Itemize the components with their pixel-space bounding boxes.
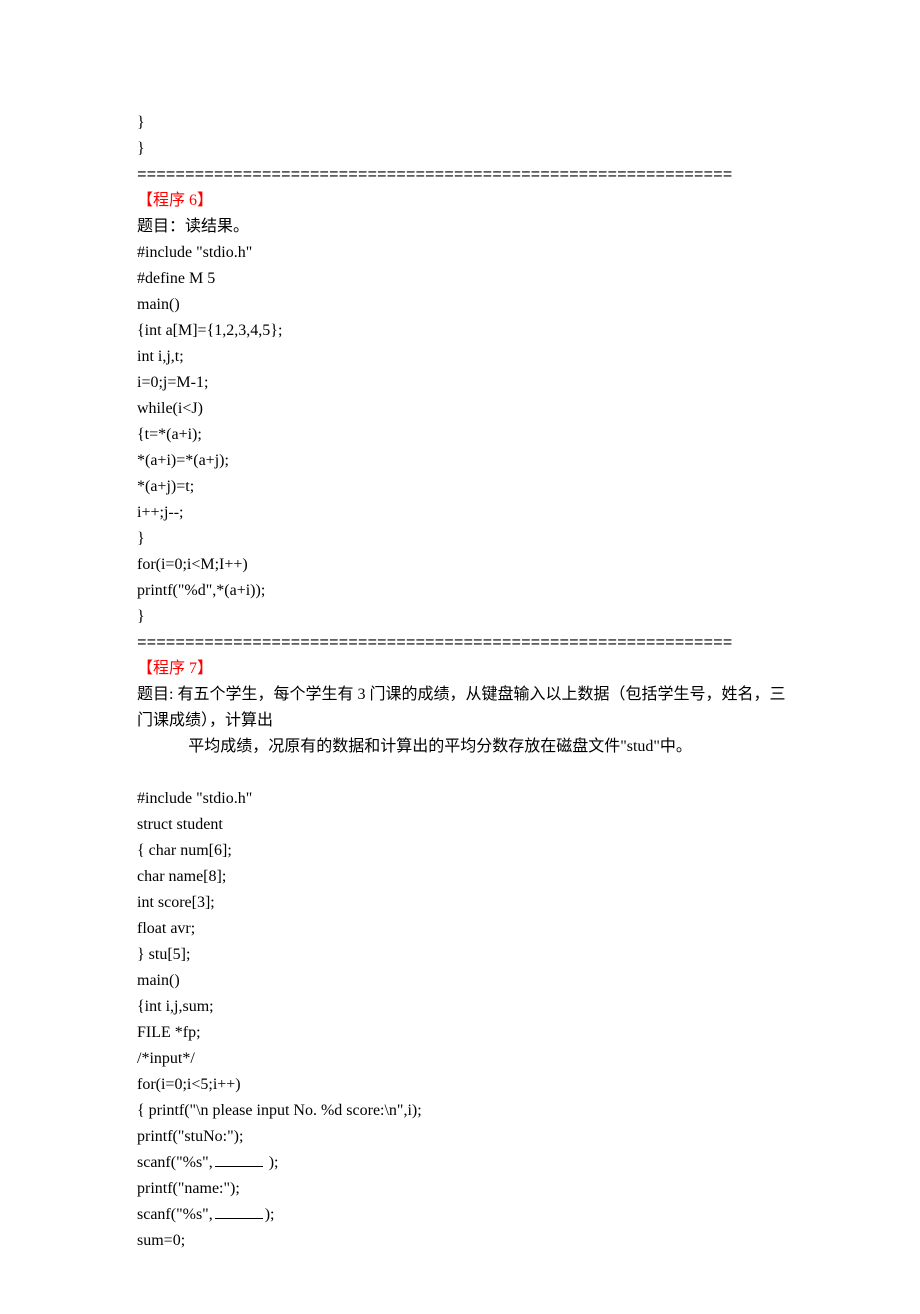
program-6-title: 题目：读结果。 bbox=[137, 214, 790, 240]
scanf-prefix: scanf("%s", bbox=[137, 1206, 213, 1223]
code-line: } bbox=[137, 110, 790, 136]
code-line: } bbox=[137, 604, 790, 630]
code-line: main() bbox=[137, 968, 790, 994]
code-line: float avr; bbox=[137, 916, 790, 942]
code-line: { printf("\n please input No. %d score:\… bbox=[137, 1098, 790, 1124]
code-line: int i,j,t; bbox=[137, 344, 790, 370]
code-line: *(a+i)=*(a+j); bbox=[137, 448, 790, 474]
code-line: struct student bbox=[137, 812, 790, 838]
code-line: sum=0; bbox=[137, 1228, 790, 1254]
fill-blank[interactable] bbox=[215, 1152, 263, 1167]
code-line: {int i,j,sum; bbox=[137, 994, 790, 1020]
code-line: {int a[M]={1,2,3,4,5}; bbox=[137, 318, 790, 344]
code-line: i++;j--; bbox=[137, 500, 790, 526]
code-line: } bbox=[137, 136, 790, 162]
scanf-suffix: ); bbox=[265, 1154, 279, 1171]
code-line: for(i=0;i<5;i++) bbox=[137, 1072, 790, 1098]
program-7-heading: 【程序 7】 bbox=[137, 656, 790, 682]
blank-line bbox=[137, 760, 790, 786]
document-page: } } ====================================… bbox=[0, 0, 920, 1314]
code-line-scanf-2: scanf("%s",); bbox=[137, 1202, 790, 1228]
code-line: {t=*(a+i); bbox=[137, 422, 790, 448]
scanf-suffix: ); bbox=[265, 1206, 275, 1223]
code-line: while(i<J) bbox=[137, 396, 790, 422]
code-line: *(a+j)=t; bbox=[137, 474, 790, 500]
code-line-scanf-1: scanf("%s", ); bbox=[137, 1150, 790, 1176]
code-line: char name[8]; bbox=[137, 864, 790, 890]
code-line: } stu[5]; bbox=[137, 942, 790, 968]
separator-line: ========================================… bbox=[137, 630, 790, 656]
code-line: for(i=0;i<M;I++) bbox=[137, 552, 790, 578]
code-line: printf("stuNo:"); bbox=[137, 1124, 790, 1150]
code-line: } bbox=[137, 526, 790, 552]
code-line: #include "stdio.h" bbox=[137, 786, 790, 812]
code-line: printf("name:"); bbox=[137, 1176, 790, 1202]
code-line: main() bbox=[137, 292, 790, 318]
code-line: /*input*/ bbox=[137, 1046, 790, 1072]
program-6-heading: 【程序 6】 bbox=[137, 188, 790, 214]
code-line: FILE *fp; bbox=[137, 1020, 790, 1046]
program-7-title-line-1: 题目: 有五个学生，每个学生有 3 门课的成绩，从键盘输入以上数据（包括学生号，… bbox=[137, 682, 790, 734]
separator-line: ========================================… bbox=[137, 162, 790, 188]
code-line: #define M 5 bbox=[137, 266, 790, 292]
code-line: { char num[6]; bbox=[137, 838, 790, 864]
program-7-title-line-2: 平均成绩，况原有的数据和计算出的平均分数存放在磁盘文件"stud"中。 bbox=[137, 734, 790, 760]
code-line: #include "stdio.h" bbox=[137, 240, 790, 266]
fill-blank[interactable] bbox=[215, 1204, 263, 1219]
code-line: int score[3]; bbox=[137, 890, 790, 916]
scanf-prefix: scanf("%s", bbox=[137, 1154, 213, 1171]
code-line: printf("%d",*(a+i)); bbox=[137, 578, 790, 604]
code-line: i=0;j=M-1; bbox=[137, 370, 790, 396]
